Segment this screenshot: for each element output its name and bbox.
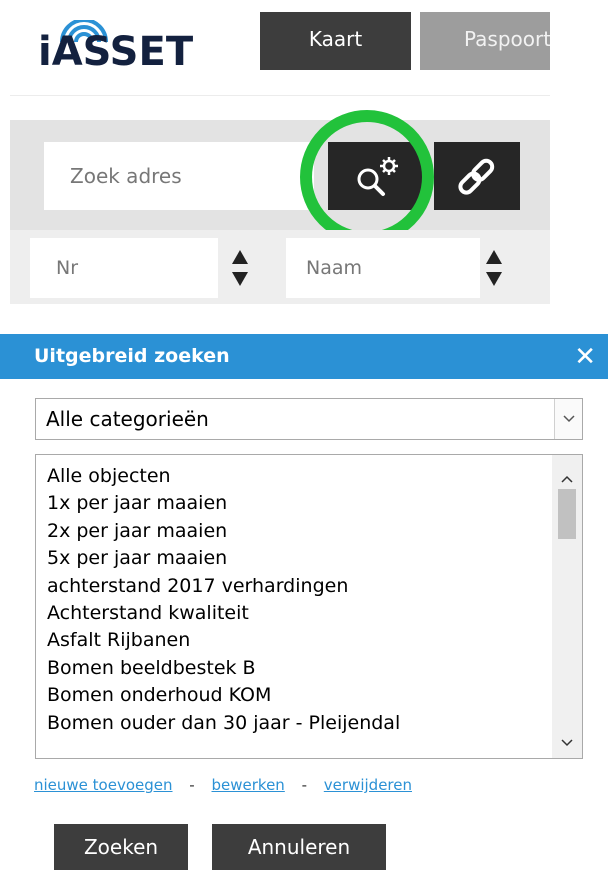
separator: -	[301, 776, 308, 794]
dialog-title-bar: Uitgebreid zoeken ✕	[0, 334, 608, 379]
search-button[interactable]: Zoeken	[54, 824, 188, 870]
list-item[interactable]: Alle objecten	[47, 463, 547, 490]
separator: -	[189, 776, 195, 794]
list-item[interactable]: 1x per jaar maaien	[47, 490, 547, 517]
close-icon[interactable]: ✕	[574, 337, 596, 377]
header-divider	[10, 95, 550, 96]
sort-icon[interactable]	[230, 248, 250, 288]
list-item[interactable]: achterstand 2017 verhardingen	[47, 573, 547, 600]
scroll-thumb[interactable]	[558, 489, 576, 539]
link-icon	[458, 158, 495, 195]
naam-field[interactable]: Naam	[286, 238, 480, 298]
logo-text: iASSET	[38, 29, 194, 75]
category-select-value: Alle categorieën	[46, 407, 209, 431]
dialog-title: Uitgebreid zoeken	[34, 345, 230, 367]
list-item[interactable]: Bomen beeldbestek B	[47, 655, 547, 682]
delete-link[interactable]: verwijderen	[324, 776, 412, 794]
cancel-button[interactable]: Annuleren	[212, 824, 386, 870]
edit-link[interactable]: bewerken	[212, 776, 285, 794]
tab-kaart[interactable]: Kaart	[260, 12, 411, 70]
tab-paspoort[interactable]: Paspoort	[420, 12, 550, 70]
list-item[interactable]: 5x per jaar maaien	[47, 545, 547, 572]
object-listbox[interactable]: Alle objecten 1x per jaar maaien 2x per …	[35, 454, 583, 759]
list-item[interactable]: Asfalt Rijbanen	[47, 627, 547, 654]
filter-row: Nr Naam	[10, 230, 550, 304]
chevron-down-icon[interactable]	[554, 399, 582, 439]
link-button[interactable]	[434, 142, 520, 210]
category-select[interactable]: Alle categorieën	[35, 398, 583, 440]
iasset-logo[interactable]: iASSET	[38, 20, 238, 76]
list-actions: nieuwe toevoegen - bewerken - verwijdere…	[34, 776, 412, 794]
sort-icon[interactable]	[484, 248, 504, 288]
list-item[interactable]: Bomen ouder dan 30 jaar - Pleijendal	[47, 710, 547, 737]
scrollbar[interactable]	[552, 455, 582, 758]
highlight-circle	[300, 110, 434, 244]
nr-field[interactable]: Nr	[30, 238, 218, 298]
address-search-input[interactable]: Zoek adres	[44, 142, 314, 210]
list-item[interactable]: 2x per jaar maaien	[47, 518, 547, 545]
search-panel: Zoek adres	[10, 120, 550, 230]
add-new-link[interactable]: nieuwe toevoegen	[34, 776, 173, 794]
list-item[interactable]: Achterstand kwaliteit	[47, 600, 547, 627]
list-item[interactable]: Bomen onderhoud KOM	[47, 682, 547, 709]
